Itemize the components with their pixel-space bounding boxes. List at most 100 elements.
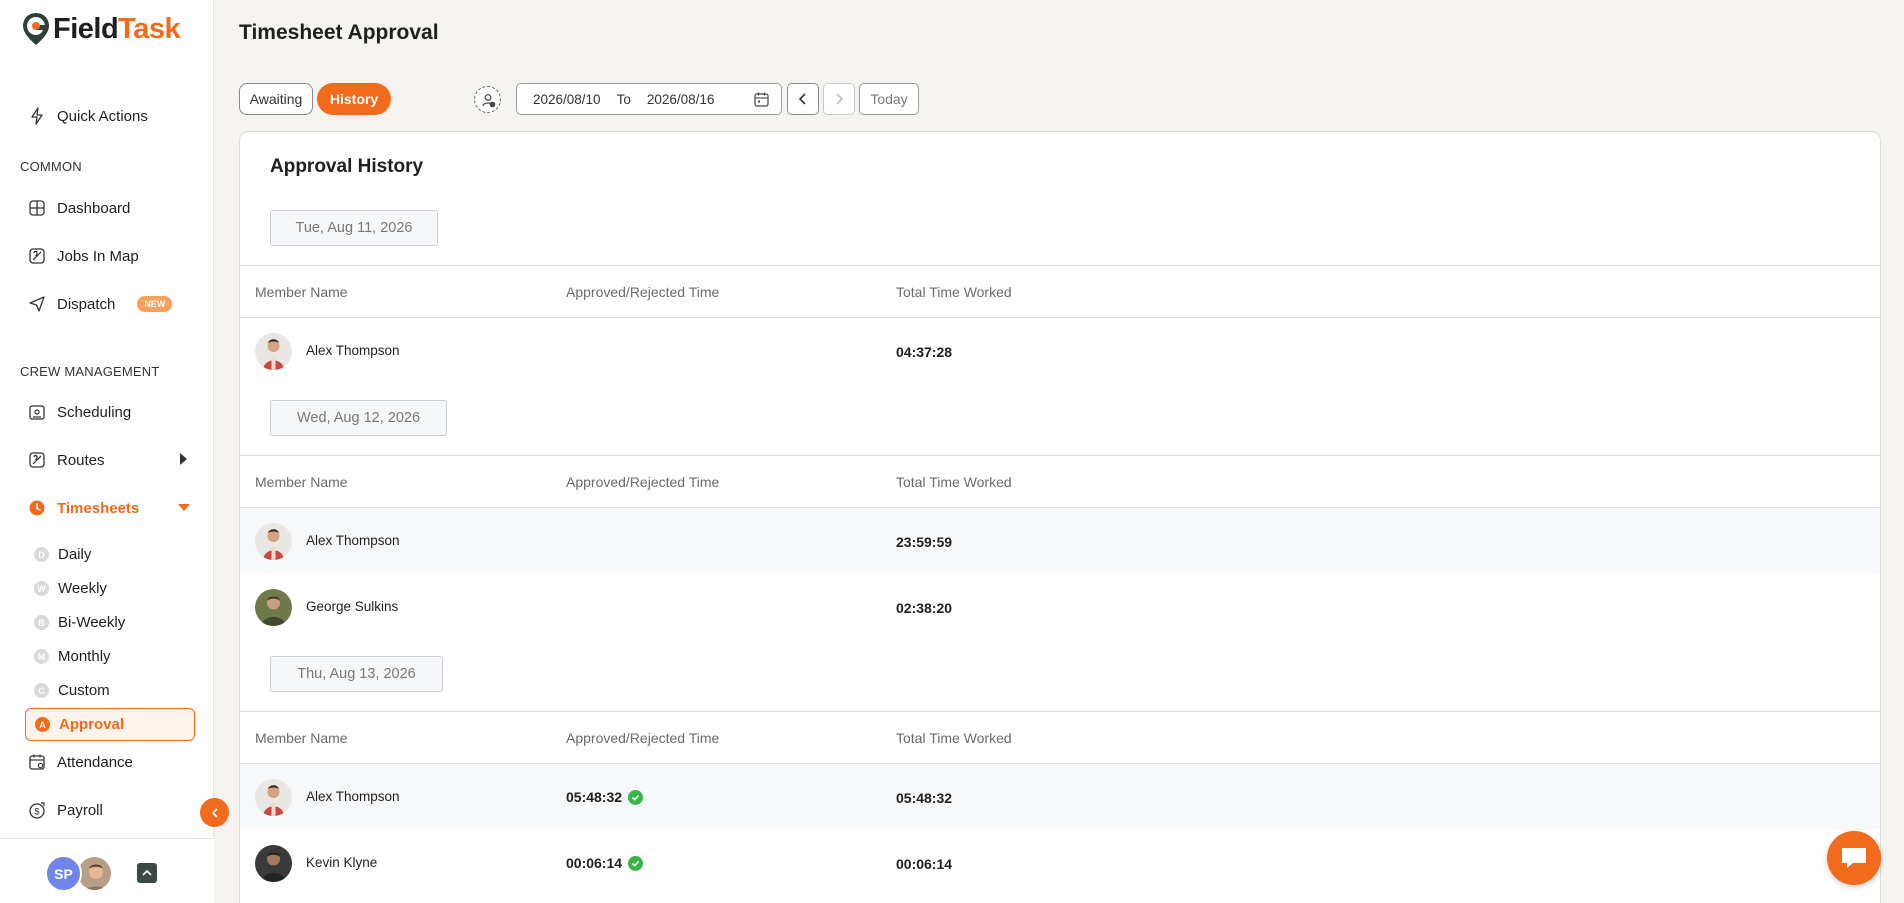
nav-payroll-label: Payroll (57, 801, 103, 819)
today-button[interactable]: Today (859, 83, 919, 115)
sub-item-bi-weekly-label: Bi-Weekly (58, 614, 126, 631)
nav-dispatch-label: Dispatch (57, 295, 116, 313)
route-icon (28, 451, 46, 469)
table-header: Member Name Approved/Rejected Time Total… (240, 455, 1880, 508)
nav-dashboard[interactable]: Dashboard (28, 196, 130, 220)
nav-jobs-in-map[interactable]: Jobs In Map (28, 244, 139, 268)
chevron-down-icon[interactable] (178, 504, 190, 511)
sub-item-daily[interactable]: D Daily (34, 546, 91, 563)
dashboard-icon (28, 199, 46, 217)
column-approved-time: Approved/Rejected Time (566, 474, 720, 490)
table-row[interactable]: George Sulkins 02:38:20 (240, 574, 1880, 640)
sub-item-daily-letter: D (34, 547, 49, 562)
nav-timesheets[interactable]: Timesheets (28, 496, 139, 520)
sub-item-custom-label: Custom (58, 682, 110, 699)
lightning-icon (28, 107, 46, 125)
member-name: Alex Thompson (306, 533, 400, 548)
nav-dispatch[interactable]: Dispatch NEW (28, 292, 173, 316)
sub-item-weekly[interactable]: W Weekly (34, 580, 107, 597)
nav-attendance-label: Attendance (57, 753, 133, 771)
clock-icon (28, 499, 46, 517)
approved-time-value: 00:06:14 (566, 855, 623, 871)
chevron-up-icon (142, 869, 152, 876)
user-avatar-initials[interactable]: SP (45, 855, 82, 892)
table-row[interactable]: Kevin Klyne 00:06:14 00:06:14 (240, 830, 1880, 896)
sub-item-weekly-letter: W (34, 581, 49, 596)
nav-attendance[interactable]: Attendance (28, 750, 133, 774)
chat-bubble-icon (1842, 848, 1866, 868)
send-icon (28, 295, 46, 313)
table-row[interactable]: Alex Thompson 04:37:28 (240, 318, 1880, 384)
nav-scheduling-label: Scheduling (57, 403, 132, 421)
sub-item-approval-letter: A (35, 717, 50, 732)
payroll-icon: $ (28, 801, 46, 819)
sub-item-daily-label: Daily (58, 546, 92, 563)
total-time: 04:37:28 (896, 344, 953, 360)
calendar-check-icon (28, 753, 46, 771)
approval-history-title: Approval History (270, 156, 424, 177)
column-approved-time: Approved/Rejected Time (566, 284, 720, 300)
table-header: Member Name Approved/Rejected Time Total… (240, 265, 1880, 318)
sub-item-monthly[interactable]: M Monthly (34, 648, 111, 665)
approved-time: 05:48:32 (566, 789, 644, 805)
date-chip: Thu, Aug 13, 2026 (270, 656, 443, 692)
collapse-sidebar-button[interactable] (200, 798, 229, 827)
column-total-time: Total Time Worked (896, 284, 1012, 300)
new-badge: NEW (137, 296, 173, 312)
section-crew-management: CREW MANAGEMENT (20, 364, 160, 379)
sub-item-bi-weekly[interactable]: B Bi-Weekly (34, 614, 125, 631)
nav-quick-actions-label: Quick Actions (57, 107, 148, 125)
previous-period-button[interactable] (787, 83, 819, 115)
total-time: 00:06:14 (896, 856, 953, 872)
map-icon (28, 247, 46, 265)
chevron-right-icon[interactable] (180, 453, 187, 465)
calendar-icon[interactable] (754, 92, 769, 107)
column-total-time: Total Time Worked (896, 474, 1012, 490)
table-header: Member Name Approved/Rejected Time Total… (240, 711, 1880, 764)
expand-user-menu-button[interactable] (137, 863, 157, 883)
chat-support-button[interactable] (1827, 831, 1881, 885)
check-circle-icon (628, 789, 644, 805)
brand-logo[interactable]: FieldTask (22, 12, 181, 46)
next-period-button[interactable] (823, 83, 855, 115)
nav-routes-label: Routes (57, 451, 105, 469)
brand-name-task: Task (118, 12, 181, 45)
section-common: COMMON (20, 159, 82, 174)
user-filter-icon (481, 93, 495, 107)
date-chip: Tue, Aug 11, 2026 (270, 210, 438, 246)
date-to: 2026/08/16 (646, 91, 715, 107)
total-time: 02:38:20 (896, 600, 953, 616)
nav-quick-actions[interactable]: Quick Actions (28, 104, 148, 128)
check-circle-icon (628, 855, 644, 871)
member-filter-button[interactable] (474, 86, 501, 113)
sidebar: FieldTask Quick Actions COMMON Dashboard… (0, 0, 229, 903)
tab-awaiting[interactable]: Awaiting (239, 83, 313, 115)
nav-payroll[interactable]: $ Payroll (28, 798, 103, 822)
approved-time-value: 05:48:32 (566, 789, 623, 805)
sub-item-approval-label: Approval (59, 716, 125, 733)
member-name: Alex Thompson (306, 789, 400, 804)
date-range-picker[interactable]: 2026/08/10 To 2026/08/16 (516, 83, 782, 115)
nav-scheduling[interactable]: Scheduling (28, 400, 131, 424)
sub-item-bi-weekly-letter: B (34, 615, 49, 630)
table-row[interactable]: Alex Thompson 05:48:32 05:48:32 (240, 764, 1880, 830)
sub-item-monthly-letter: M (34, 649, 49, 664)
sub-item-approval[interactable]: A Approval (25, 708, 195, 741)
column-approved-time: Approved/Rejected Time (566, 730, 720, 746)
member-name: George Sulkins (306, 599, 399, 614)
table-row[interactable]: Alex Thompson 23:59:59 (240, 508, 1880, 574)
nav-jobs-in-map-label: Jobs In Map (57, 247, 139, 265)
member-avatar (255, 845, 292, 882)
tab-history[interactable]: History (317, 83, 391, 115)
sub-item-weekly-label: Weekly (58, 580, 107, 597)
member-avatar (255, 589, 292, 626)
column-member-name: Member Name (255, 284, 348, 300)
nav-dashboard-label: Dashboard (57, 199, 131, 217)
nav-routes[interactable]: Routes (28, 448, 105, 472)
chevron-left-icon (798, 93, 806, 105)
sub-item-custom[interactable]: C Custom (34, 682, 110, 699)
approval-history-card: Approval History Tue, Aug 11, 2026 Membe… (239, 131, 1881, 903)
column-member-name: Member Name (255, 474, 348, 490)
member-avatar (255, 523, 292, 560)
column-total-time: Total Time Worked (896, 730, 1012, 746)
